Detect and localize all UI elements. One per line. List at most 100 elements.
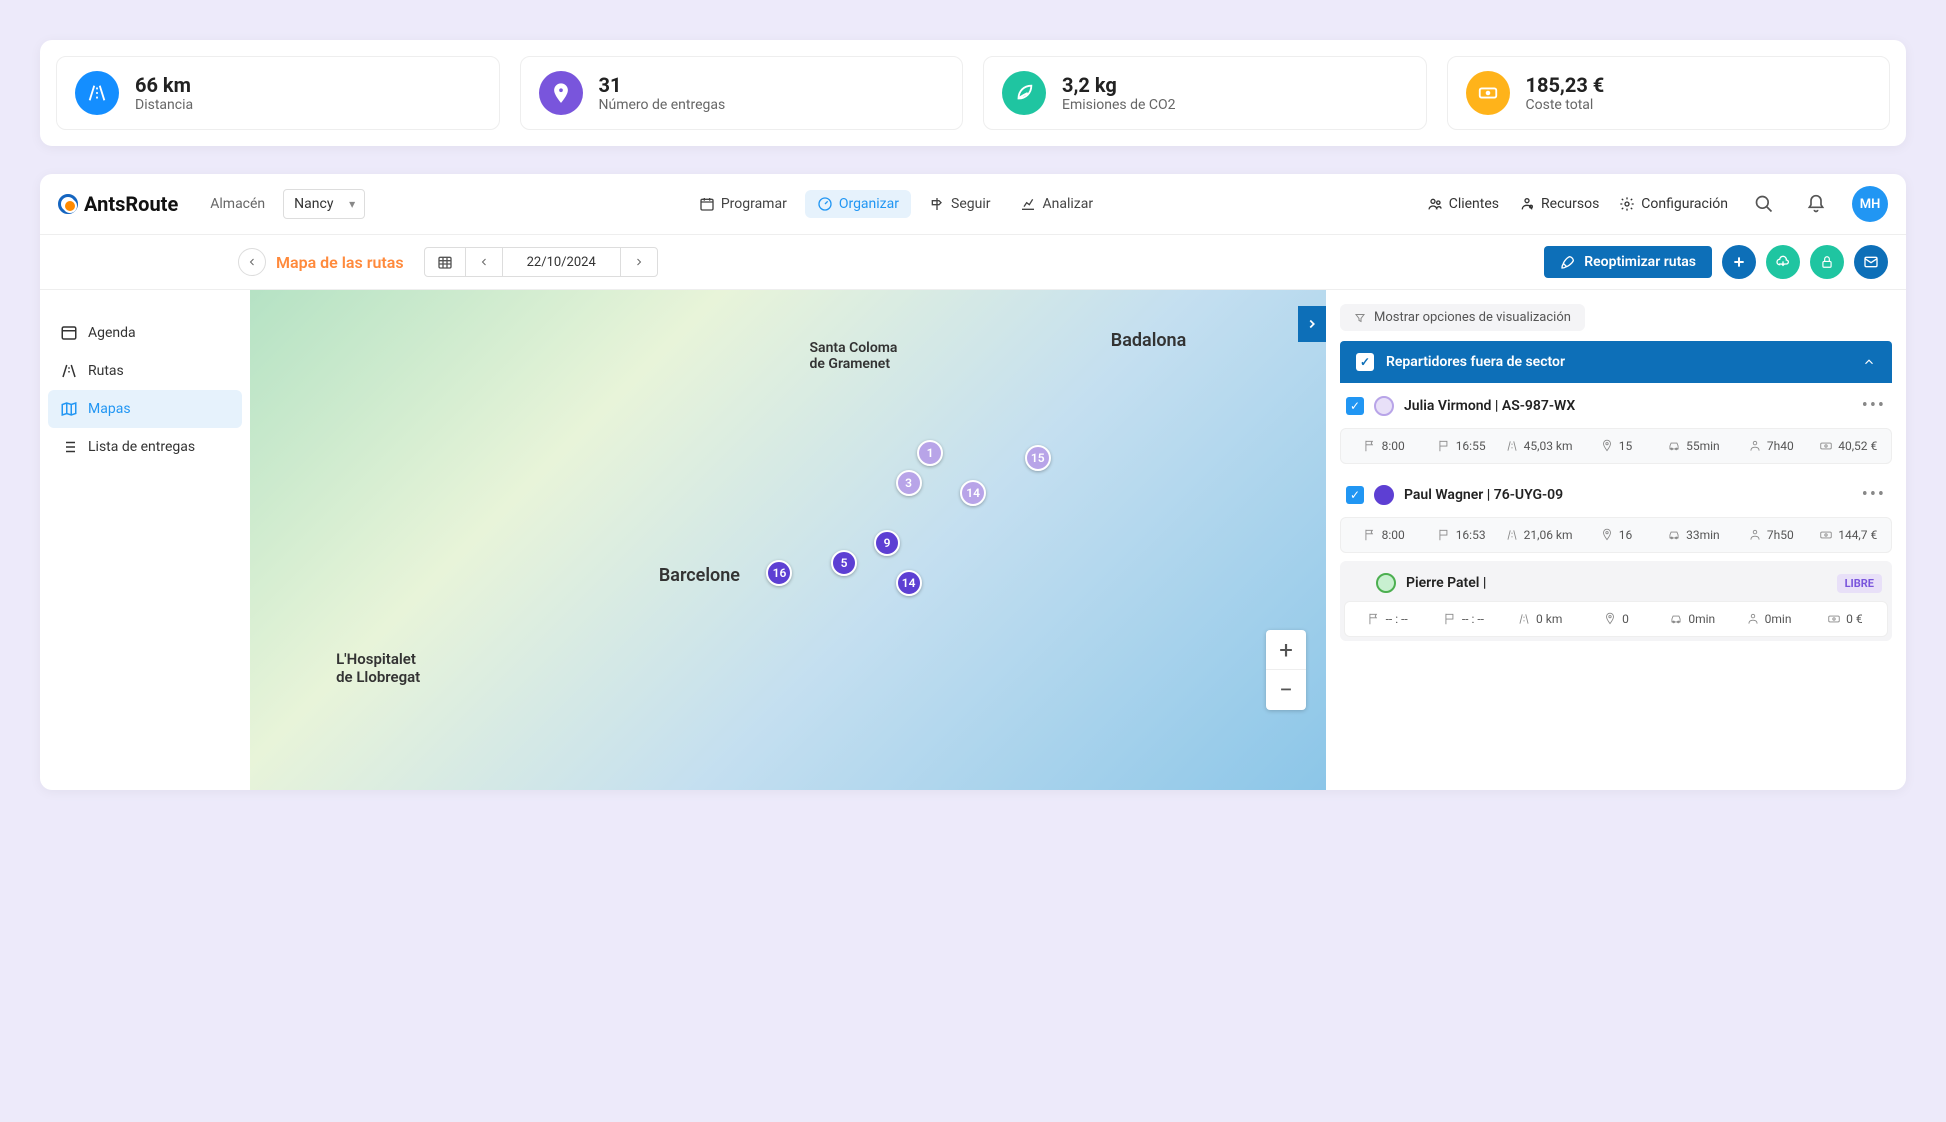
sidebar-item-maps[interactable]: Mapas	[48, 390, 242, 428]
date-prev[interactable]	[466, 248, 503, 276]
map-pin[interactable]: 14	[896, 570, 922, 596]
add-button[interactable]	[1722, 245, 1756, 279]
section-checkbox[interactable]: ✓	[1356, 353, 1374, 371]
zoom-in-button[interactable]: +	[1266, 630, 1306, 670]
metric-start: -- : --	[1351, 612, 1423, 626]
sidebar-item-routes[interactable]: Rutas	[48, 352, 242, 390]
link-clients[interactable]: Clientes	[1427, 196, 1499, 212]
date-next[interactable]	[621, 248, 657, 276]
link-config[interactable]: Configuración	[1619, 196, 1728, 212]
map-view[interactable]: Barcelone Badalona Santa Coloma de Grame…	[250, 290, 1326, 790]
leaf-icon	[1002, 71, 1046, 115]
stat-emissions-label: Emisiones de CO2	[1062, 97, 1176, 113]
driver-name: Pierre Patel |	[1406, 575, 1486, 591]
drivers-panel: Mostrar opciones de visualización ✓ Repa…	[1326, 290, 1906, 790]
search-icon	[1754, 194, 1774, 214]
map-zoom-control: + −	[1266, 630, 1306, 710]
more-options-button[interactable]: •••	[1862, 484, 1886, 505]
person-icon	[1748, 439, 1762, 453]
flag-icon	[1363, 439, 1377, 453]
bell-icon	[1806, 194, 1826, 214]
sidebar-item-agenda[interactable]: Agenda	[48, 314, 242, 352]
sidebar-item-deliveries[interactable]: Lista de entregas	[48, 428, 242, 466]
clients-icon	[1427, 196, 1443, 212]
map-pin[interactable]: 3	[896, 470, 922, 496]
money-icon	[1827, 612, 1841, 626]
stat-deliveries-label: Número de entregas	[599, 97, 726, 113]
metric-start: 8:00	[1347, 439, 1420, 453]
display-options-filter[interactable]: Mostrar opciones de visualización	[1340, 304, 1585, 331]
driver-color-dot	[1374, 485, 1394, 505]
nav-tabs: Programar Organizar Seguir Analizar	[687, 190, 1105, 218]
date-picker: 22/10/2024	[424, 247, 658, 277]
driver-row[interactable]: Pierre Patel | LIBRE	[1344, 565, 1888, 601]
zoom-out-button[interactable]: −	[1266, 670, 1306, 710]
road-icon	[75, 71, 119, 115]
car-icon	[1667, 439, 1681, 453]
driver-name: Paul Wagner | 76-UYG-09	[1404, 487, 1563, 503]
road-icon	[1505, 528, 1519, 542]
car-icon	[1667, 528, 1681, 542]
more-options-button[interactable]: •••	[1862, 395, 1886, 416]
tab-organize[interactable]: Organizar	[805, 190, 911, 218]
stat-deliveries-value: 31	[599, 73, 726, 97]
flag-icon	[1367, 612, 1381, 626]
section-header-out-of-sector[interactable]: ✓ Repartidores fuera de sector	[1340, 341, 1892, 383]
driver-metrics: 8:00 16:55 45,03 km 15 55min 7h40 40,52 …	[1340, 428, 1892, 464]
date-display[interactable]: 22/10/2024	[503, 248, 621, 276]
metric-distance: 0 km	[1504, 612, 1576, 626]
app-body: Agenda Rutas Mapas Lista de entregas Bar…	[40, 290, 1906, 790]
map-collapse-handle[interactable]	[1298, 306, 1326, 342]
warehouse-select[interactable]: Nancy	[283, 189, 365, 219]
metric-drive: 55min	[1657, 439, 1730, 453]
logo-mark-icon	[58, 194, 78, 214]
back-button[interactable]	[238, 248, 266, 276]
map-pin[interactable]: 9	[874, 530, 900, 556]
tab-analyze[interactable]: Analizar	[1008, 190, 1105, 218]
metric-drive: 0min	[1656, 612, 1728, 626]
lock-button[interactable]	[1810, 245, 1844, 279]
road-icon	[1505, 439, 1519, 453]
metric-cost: 144,7 €	[1812, 528, 1885, 542]
metric-distance: 21,06 km	[1502, 528, 1575, 542]
driver-row[interactable]: ✓ Julia Virmond | AS-987-WX •••	[1340, 383, 1892, 428]
link-resources[interactable]: Recursos	[1519, 196, 1599, 212]
user-avatar[interactable]: MH	[1852, 186, 1888, 222]
driver-checkbox[interactable]: ✓	[1346, 486, 1364, 504]
reoptimize-button[interactable]: Reoptimizar rutas	[1544, 246, 1712, 278]
map-pin[interactable]: 1	[917, 440, 943, 466]
map-pin[interactable]: 15	[1025, 445, 1051, 471]
brand-text: AntsRoute	[84, 192, 178, 216]
map-pin[interactable]: 16	[766, 560, 792, 586]
car-icon	[1669, 612, 1683, 626]
rocket-icon	[1560, 254, 1576, 270]
metric-end: -- : --	[1427, 612, 1499, 626]
cloud-download-button[interactable]	[1766, 245, 1800, 279]
gear-icon	[1619, 196, 1635, 212]
pin-icon	[1603, 612, 1617, 626]
metric-end: 16:53	[1424, 528, 1497, 542]
logo[interactable]: AntsRoute	[58, 192, 178, 216]
map-pin[interactable]: 14	[960, 480, 986, 506]
pin-icon	[1600, 528, 1614, 542]
tab-schedule[interactable]: Programar	[687, 190, 799, 218]
notifications-button[interactable]	[1800, 188, 1832, 220]
mail-button[interactable]	[1854, 245, 1888, 279]
search-button[interactable]	[1748, 188, 1780, 220]
calendar-button[interactable]	[425, 248, 466, 276]
tab-follow[interactable]: Seguir	[917, 190, 1002, 218]
map-pin[interactable]: 5	[831, 550, 857, 576]
cloud-download-icon	[1775, 254, 1791, 270]
checkered-flag-icon	[1443, 612, 1457, 626]
calendar-grid-icon	[437, 254, 453, 270]
pin-icon	[539, 71, 583, 115]
routes-icon	[60, 362, 78, 380]
metric-work: 7h50	[1734, 528, 1807, 542]
driver-row[interactable]: ✓ Paul Wagner | 76-UYG-09 •••	[1340, 472, 1892, 517]
metric-stops: 0	[1580, 612, 1652, 626]
driver-checkbox[interactable]: ✓	[1346, 397, 1364, 415]
chevron-left-icon	[478, 256, 490, 268]
money-icon	[1466, 71, 1510, 115]
road-icon	[1517, 612, 1531, 626]
driver-block: ✓ Paul Wagner | 76-UYG-09 ••• 8:00 16:53…	[1340, 472, 1892, 553]
